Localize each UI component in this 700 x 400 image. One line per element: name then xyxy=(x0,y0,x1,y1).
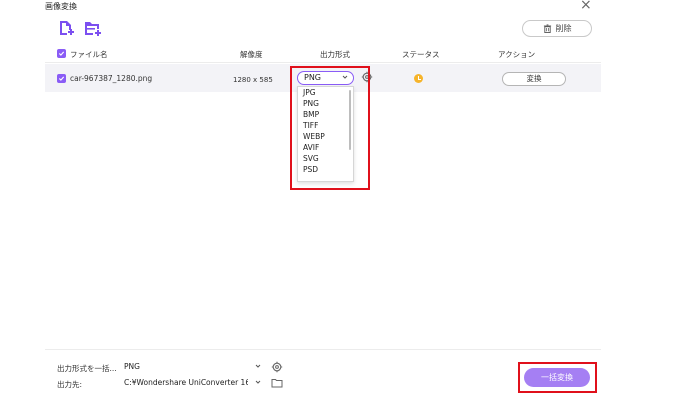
row-checkbox[interactable] xyxy=(57,74,66,83)
add-file-icon[interactable] xyxy=(58,20,76,36)
bulk-format-select[interactable]: PNG xyxy=(121,360,265,373)
status-pending-icon xyxy=(414,74,423,83)
format-highlight-box xyxy=(290,66,370,190)
row-filename: car-967387_1280.png xyxy=(70,74,153,83)
delete-button[interactable]: 削除 xyxy=(522,20,592,37)
window-title: 画像変換 xyxy=(45,2,77,11)
bulk-format-label: 出力形式を一括... xyxy=(57,364,117,373)
convert-button[interactable]: 変換 xyxy=(502,72,566,86)
output-path-label: 出力先: xyxy=(57,380,83,389)
select-all-checkbox[interactable] xyxy=(57,49,66,58)
trash-icon xyxy=(543,24,551,33)
header-divider xyxy=(45,62,601,63)
chevron-down-icon xyxy=(255,380,261,384)
bulk-settings-icon[interactable] xyxy=(271,361,283,373)
chevron-down-icon xyxy=(255,364,261,368)
folder-icon[interactable] xyxy=(271,377,283,389)
header-action: アクション xyxy=(498,50,536,59)
header-status: ステータス xyxy=(402,50,440,59)
header-format: 出力形式 xyxy=(320,50,350,59)
bulk-format-value: PNG xyxy=(124,362,140,371)
footer-divider xyxy=(45,349,601,350)
output-path-value: C:¥Wondershare UniConverter 16¥Ima xyxy=(124,378,248,387)
output-path-select[interactable]: C:¥Wondershare UniConverter 16¥Ima xyxy=(121,376,265,389)
add-folder-icon[interactable] xyxy=(84,20,102,36)
delete-label: 削除 xyxy=(555,24,572,33)
bulk-convert-highlight-box xyxy=(518,362,597,393)
close-icon[interactable]: × xyxy=(580,0,592,12)
row-resolution: 1280 x 585 xyxy=(233,76,273,84)
header-filename: ファイル名 xyxy=(70,50,108,59)
header-resolution: 解像度 xyxy=(240,50,263,59)
